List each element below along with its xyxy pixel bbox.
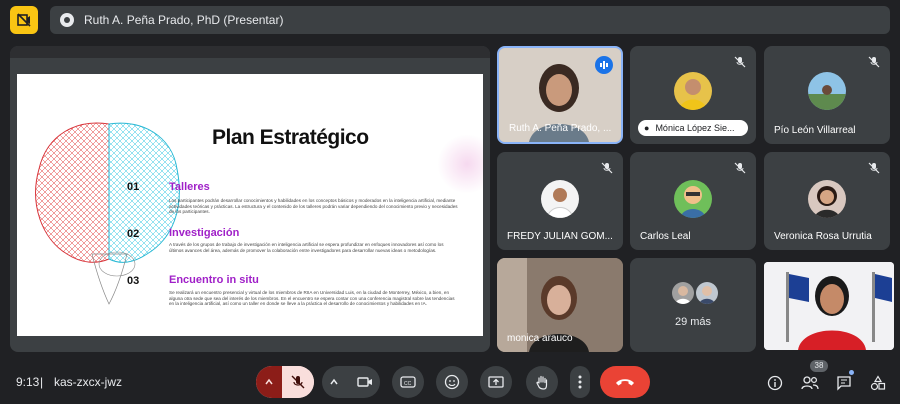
avatar [672, 282, 694, 304]
self-view[interactable] [764, 262, 894, 350]
section-number: 01 [127, 181, 140, 193]
present-screen-button[interactable] [480, 366, 512, 398]
participant-name: Ruth A. Peña Prado, ... [509, 123, 612, 134]
section-heading: Investigación [169, 227, 240, 239]
section-text: Los participantes podrán desarrollar con… [169, 198, 458, 215]
section-heading: Encuentro in situ [169, 274, 259, 286]
participant-tile[interactable]: FREDY JULIAN GOM... [497, 152, 623, 250]
avatar [674, 180, 712, 218]
avatar [674, 72, 712, 110]
presenting-icon [60, 13, 74, 27]
participant-tile[interactable]: Pío León Villarreal [764, 46, 890, 144]
presenter-banner[interactable]: Ruth A. Peña Prado, PhD (Presentar) [50, 6, 890, 34]
more-options-button[interactable] [570, 366, 590, 398]
mic-off-icon [866, 54, 882, 70]
video-camera-icon [357, 377, 372, 387]
participant-name: Mónica López Sie... [655, 123, 735, 133]
avatar [696, 282, 718, 304]
avatar [808, 180, 846, 218]
participant-tile[interactable]: Veronica Rosa Urrutia [764, 152, 890, 250]
section-heading: Talleres [169, 181, 210, 193]
presentation-header-strip [10, 46, 490, 58]
mic-options-button[interactable] [256, 366, 282, 398]
chat-notification-dot [849, 370, 854, 375]
meeting-code-separator: | [40, 375, 44, 389]
captions-button[interactable]: CC [392, 366, 424, 398]
mic-off-icon [291, 375, 305, 389]
hang-up-icon [616, 379, 634, 386]
chevron-up-icon [330, 378, 338, 385]
pinned-name-chip[interactable]: ● Mónica López Sie... [638, 120, 748, 136]
meeting-code: kas-zxcx-jwz [54, 375, 122, 389]
emoji-icon [444, 374, 460, 390]
recording-icon [17, 13, 31, 27]
participant-tile[interactable]: Carlos Leal [630, 152, 756, 250]
hand-icon [536, 375, 548, 390]
recording-indicator[interactable] [10, 6, 38, 34]
mic-off-icon [732, 54, 748, 70]
reactions-button[interactable] [436, 366, 468, 398]
self-view-video [764, 262, 894, 350]
mic-off-icon [732, 160, 748, 176]
mic-off-icon [866, 160, 882, 176]
shapes-icon [870, 375, 886, 391]
people-button[interactable] [800, 374, 820, 392]
speaking-icon [595, 56, 613, 74]
chat-button[interactable] [834, 374, 854, 392]
participant-name: monica arauco [507, 333, 573, 344]
brain-illustration [35, 122, 180, 305]
camera-toggle-button[interactable] [350, 366, 380, 398]
chevron-up-icon [265, 378, 273, 385]
participant-tile[interactable]: Ruth A. Peña Prado, ... [497, 46, 623, 144]
others-tile[interactable]: 29 más [630, 258, 756, 352]
end-call-button[interactable] [600, 366, 650, 398]
participant-tile[interactable]: ● Mónica López Sie... [630, 46, 756, 144]
mic-off-icon [599, 160, 615, 176]
participant-tile[interactable]: monica arauco [497, 258, 623, 352]
section-text: Se realizará un encuentro presencial y v… [169, 290, 455, 307]
people-icon [801, 376, 819, 390]
participant-count-badge: 38 [810, 360, 828, 372]
info-icon [767, 375, 783, 391]
raise-hand-button[interactable] [526, 366, 558, 398]
chat-icon [837, 376, 851, 391]
more-vert-icon [578, 375, 582, 389]
participant-name: Veronica Rosa Urrutia [774, 231, 872, 242]
lock-icon: ● [644, 123, 650, 133]
participant-name: FREDY JULIAN GOM... [507, 231, 613, 242]
clock: 9:13 [16, 375, 40, 389]
slide-title: Plan Estratégico [212, 126, 369, 149]
section-number: 03 [127, 275, 140, 287]
section-text: A través de los grupos de trabajo de inv… [169, 242, 444, 253]
section-number: 02 [127, 228, 140, 240]
meeting-details-button[interactable] [766, 374, 784, 392]
present-screen-icon [488, 376, 504, 388]
participant-name: Carlos Leal [640, 231, 691, 242]
slide-decoration [437, 134, 483, 194]
more-participants-count: 29 más [674, 316, 712, 328]
avatar [541, 180, 579, 218]
presenter-banner-text: Ruth A. Peña Prado, PhD (Presentar) [84, 13, 284, 27]
participant-name: Pío León Villarreal [774, 125, 856, 136]
mic-toggle-button[interactable] [282, 366, 314, 398]
avatar [808, 72, 846, 110]
camera-options-button[interactable] [326, 374, 342, 390]
presentation-slide: Plan Estratégico 01 Talleres Los partici… [17, 74, 483, 336]
activities-button[interactable] [868, 374, 888, 392]
svg-text:CC: CC [404, 381, 412, 387]
captions-icon: CC [400, 376, 416, 388]
